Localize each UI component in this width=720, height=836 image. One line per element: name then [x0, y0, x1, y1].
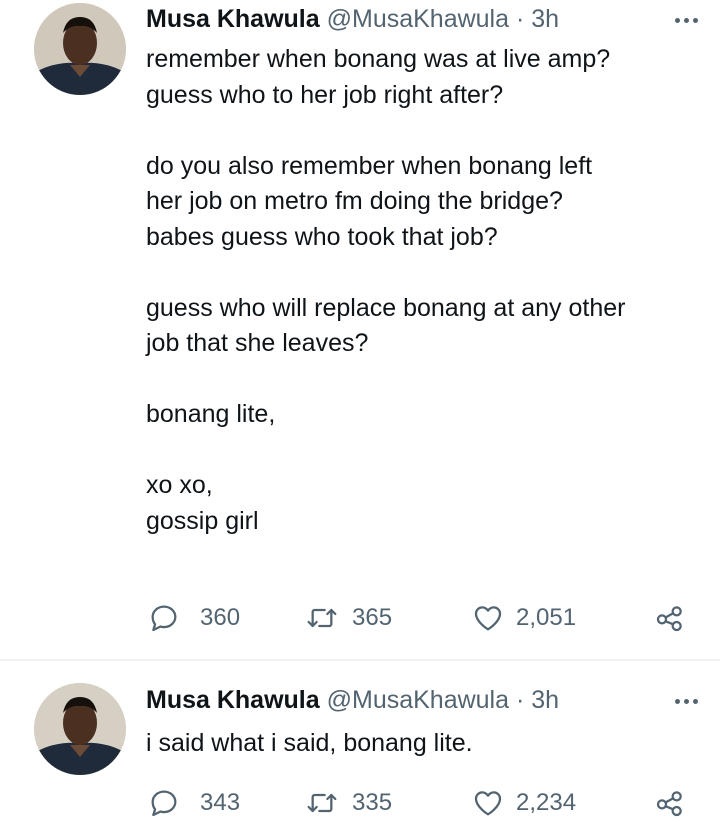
- heart-icon: [474, 791, 502, 816]
- tweet-paragraph: i said what i said, bonang lite.: [146, 729, 473, 757]
- share-icon: [656, 791, 682, 817]
- reply-count: 343: [200, 789, 241, 816]
- like-count: 2,051: [516, 604, 577, 631]
- more-icon[interactable]: [666, 689, 706, 713]
- tweet-paragraph: xo xo, gossip girl: [146, 471, 259, 535]
- reply-button[interactable]: 343: [148, 783, 240, 823]
- author-handle[interactable]: @MusaKhawula: [327, 5, 509, 33]
- tweet-paragraph: remember when bonang was at live amp? gu…: [146, 45, 611, 109]
- timestamp[interactable]: 3h: [531, 5, 559, 33]
- reply-icon: [151, 605, 177, 632]
- tweet-paragraph: do you also remember when bonang left he…: [146, 151, 593, 251]
- separator: ·: [515, 5, 525, 33]
- tweet-actions: 360 365 2,051: [146, 598, 706, 638]
- tweet-paragraph: bonang lite,: [146, 400, 276, 428]
- share-button[interactable]: [654, 598, 686, 638]
- retweet-icon: [307, 793, 337, 813]
- retweet-count: 365: [352, 604, 393, 631]
- reply-count: 360: [200, 604, 241, 631]
- share-icon: [656, 606, 682, 632]
- retweet-button[interactable]: 365: [306, 598, 392, 638]
- heart-icon: [474, 606, 502, 631]
- avatar[interactable]: [34, 683, 126, 775]
- tweet-header: Musa Khawula @MusaKhawula · 3h: [146, 685, 559, 715]
- tweet-paragraph: guess who will replace bonang at any oth…: [146, 293, 626, 358]
- tweet-actions: 343 335 2,234: [146, 783, 706, 823]
- retweet-count: 335: [352, 789, 393, 816]
- retweet-icon: [307, 608, 337, 628]
- tweet-header: Musa Khawula @MusaKhawula · 3h: [146, 4, 559, 34]
- avatar[interactable]: [34, 3, 126, 95]
- like-count: 2,234: [516, 789, 577, 816]
- tweet[interactable]: Musa Khawula @MusaKhawula · 3h remember …: [0, 0, 720, 660]
- separator: ·: [515, 686, 525, 714]
- reply-button[interactable]: 360: [148, 598, 240, 638]
- timestamp[interactable]: 3h: [531, 686, 559, 714]
- author-name[interactable]: Musa Khawula: [146, 5, 320, 33]
- more-icon[interactable]: [666, 8, 706, 32]
- like-button[interactable]: 2,051: [472, 598, 576, 638]
- tweet-text: i said what i said, bonang lite.: [146, 726, 706, 762]
- tweet[interactable]: Musa Khawula @MusaKhawula · 3h i said wh…: [0, 661, 720, 836]
- author-handle[interactable]: @MusaKhawula: [327, 686, 509, 714]
- retweet-button[interactable]: 335: [306, 783, 392, 823]
- share-button[interactable]: [654, 783, 686, 823]
- author-name[interactable]: Musa Khawula: [146, 686, 320, 714]
- like-button[interactable]: 2,234: [472, 783, 576, 823]
- reply-icon: [151, 790, 177, 817]
- tweet-text: remember when bonang was at live amp? gu…: [146, 42, 706, 539]
